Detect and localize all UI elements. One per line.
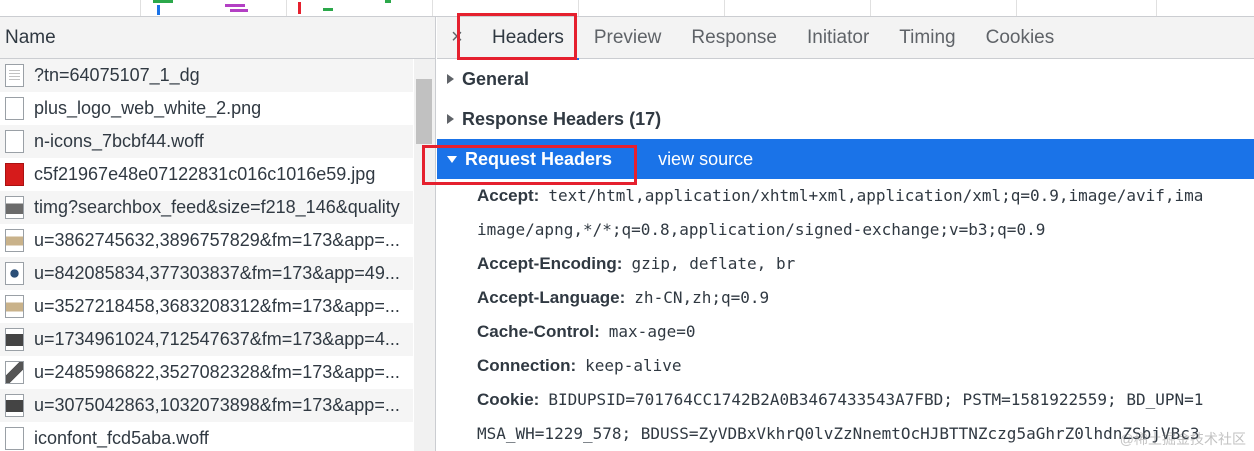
request-name: ?tn=64075107_1_dg — [34, 65, 200, 85]
timeline-bar — [323, 8, 333, 11]
expand-arrow-icon — [447, 74, 454, 84]
timeline-tick — [286, 0, 287, 16]
image-icon — [5, 163, 24, 186]
request-list-scrollbar[interactable] — [414, 59, 435, 451]
header-key: Accept-Encoding: — [477, 254, 623, 273]
request-name: u=842085834,377303837&fm=173&app=49... — [34, 263, 400, 283]
watermark: @稀土掘金技术社区 — [1119, 431, 1246, 447]
request-details-pane: × Headers Preview Response Initiator Tim… — [437, 17, 1254, 451]
tab-headers[interactable]: Headers — [477, 17, 579, 60]
request-row[interactable]: u=3075042863,1032073898&fm=173&app=... — [0, 389, 413, 422]
header-cookie: Cookie: BIDUPSID=701764CC1742B2A0B3467433… — [437, 383, 1254, 417]
request-list-pane: Name ?tn=64075107_1_dg plus_logo_web_whi… — [0, 17, 436, 451]
header-accept: Accept: text/html,application/xhtml+xml,a… — [437, 179, 1254, 213]
section-request-headers[interactable]: Request Headers view source — [437, 139, 1254, 179]
section-general[interactable]: General — [437, 59, 1254, 99]
timeline-bar — [225, 4, 245, 7]
timeline-bar — [298, 2, 301, 14]
file-icon — [5, 427, 24, 450]
tab-initiator[interactable]: Initiator — [792, 17, 884, 59]
header-key: Cookie: — [477, 390, 540, 409]
request-row[interactable]: u=1734961024,712547637&fm=173&app=4... — [0, 323, 413, 356]
image-icon — [5, 361, 24, 384]
header-value: max-age=0 — [608, 322, 696, 341]
section-title: Response Headers (17) — [462, 108, 662, 129]
image-icon — [5, 295, 24, 318]
request-name: u=3075042863,1032073898&fm=173&app=... — [34, 395, 400, 415]
timeline-bar — [230, 9, 248, 12]
request-row[interactable]: iconfont_fcd5aba.woff — [0, 422, 413, 451]
tab-cookies[interactable]: Cookies — [971, 17, 1070, 59]
collapse-arrow-icon — [447, 155, 457, 163]
header-key: Connection: — [477, 356, 577, 375]
header-key: Cache-Control: — [477, 322, 600, 341]
document-icon — [5, 64, 24, 87]
request-list: ?tn=64075107_1_dg plus_logo_web_white_2.… — [0, 59, 435, 451]
request-row[interactable]: c5f21967e48e07122831c016c1016e59.jpg — [0, 158, 413, 191]
timeline-tick — [724, 0, 725, 16]
request-row[interactable]: ?tn=64075107_1_dg — [0, 59, 413, 92]
request-name: timg?searchbox_feed&size=f218_146&qualit… — [34, 197, 400, 217]
waterfall-strip — [0, 0, 1254, 17]
timeline-tick — [140, 0, 141, 16]
header-accept-encoding: Accept-Encoding: gzip, deflate, br — [437, 247, 1254, 281]
timeline-bar — [385, 0, 391, 3]
timeline-tick — [1016, 0, 1017, 16]
request-row[interactable]: u=2485986822,3527082328&fm=173&app=... — [0, 356, 413, 389]
request-name: plus_logo_web_white_2.png — [34, 98, 262, 118]
header-value: gzip, deflate, br — [631, 254, 796, 273]
timeline-tick — [1156, 0, 1157, 16]
file-icon — [5, 130, 24, 153]
file-icon — [5, 97, 24, 120]
timeline-bar — [153, 0, 173, 3]
request-row[interactable]: timg?searchbox_feed&size=f218_146&qualit… — [0, 191, 413, 224]
header-value: keep-alive — [585, 356, 682, 375]
header-key: Accept-Language: — [477, 288, 626, 307]
scrollbar-thumb[interactable] — [416, 79, 432, 144]
tab-response[interactable]: Response — [676, 17, 792, 59]
request-name: u=2485986822,3527082328&fm=173&app=... — [34, 362, 400, 382]
header-value: zh-CN,zh;q=0.9 — [634, 288, 770, 307]
header-value: BIDUPSID=701764CC1742B2A0B3467433543A7FB… — [548, 390, 1204, 409]
section-title: General — [462, 68, 530, 89]
section-response-headers[interactable]: Response Headers (17) — [437, 99, 1254, 139]
close-icon[interactable]: × — [437, 26, 477, 49]
request-name: u=3862745632,3896757829&fm=173&app=... — [34, 230, 400, 250]
view-source-link[interactable]: view source — [658, 149, 753, 170]
name-column-header[interactable]: Name — [0, 17, 435, 59]
request-name: c5f21967e48e07122831c016c1016e59.jpg — [34, 164, 376, 184]
header-accept-language: Accept-Language: zh-CN,zh;q=0.9 — [437, 281, 1254, 315]
timeline-tick — [432, 0, 433, 16]
expand-arrow-icon — [447, 114, 454, 124]
image-icon — [5, 196, 24, 219]
tab-preview[interactable]: Preview — [579, 17, 677, 59]
header-key: Accept: — [477, 186, 540, 205]
request-row[interactable]: u=3862745632,3896757829&fm=173&app=... — [0, 224, 413, 257]
header-connection: Connection: keep-alive — [437, 349, 1254, 383]
request-name: u=3527218458,3683208312&fm=173&app=... — [34, 296, 400, 316]
tab-timing[interactable]: Timing — [884, 17, 970, 59]
request-row[interactable]: u=842085834,377303837&fm=173&app=49... — [0, 257, 413, 290]
timeline-bar — [157, 5, 160, 15]
details-tabbar: × Headers Preview Response Initiator Tim… — [437, 17, 1254, 60]
request-row[interactable]: u=3527218458,3683208312&fm=173&app=... — [0, 290, 413, 323]
request-row[interactable]: n-icons_7bcbf44.woff — [0, 125, 413, 158]
timeline-tick — [578, 0, 579, 16]
header-value-continued: image/apng,*/*;q=0.8,application/signed-… — [477, 220, 1046, 239]
image-icon — [5, 328, 24, 351]
section-title: Request Headers — [465, 148, 613, 169]
request-row[interactable]: plus_logo_web_white_2.png — [0, 92, 413, 125]
timeline-tick — [870, 0, 871, 16]
image-icon — [5, 262, 24, 285]
image-icon — [5, 229, 24, 252]
header-cache-control: Cache-Control: max-age=0 — [437, 315, 1254, 349]
request-name: n-icons_7bcbf44.woff — [34, 131, 204, 151]
image-icon — [5, 394, 24, 417]
header-value: text/html,application/xhtml+xml,applicat… — [548, 186, 1204, 205]
request-name: iconfont_fcd5aba.woff — [34, 428, 209, 448]
request-name: u=1734961024,712547637&fm=173&app=4... — [34, 329, 400, 349]
